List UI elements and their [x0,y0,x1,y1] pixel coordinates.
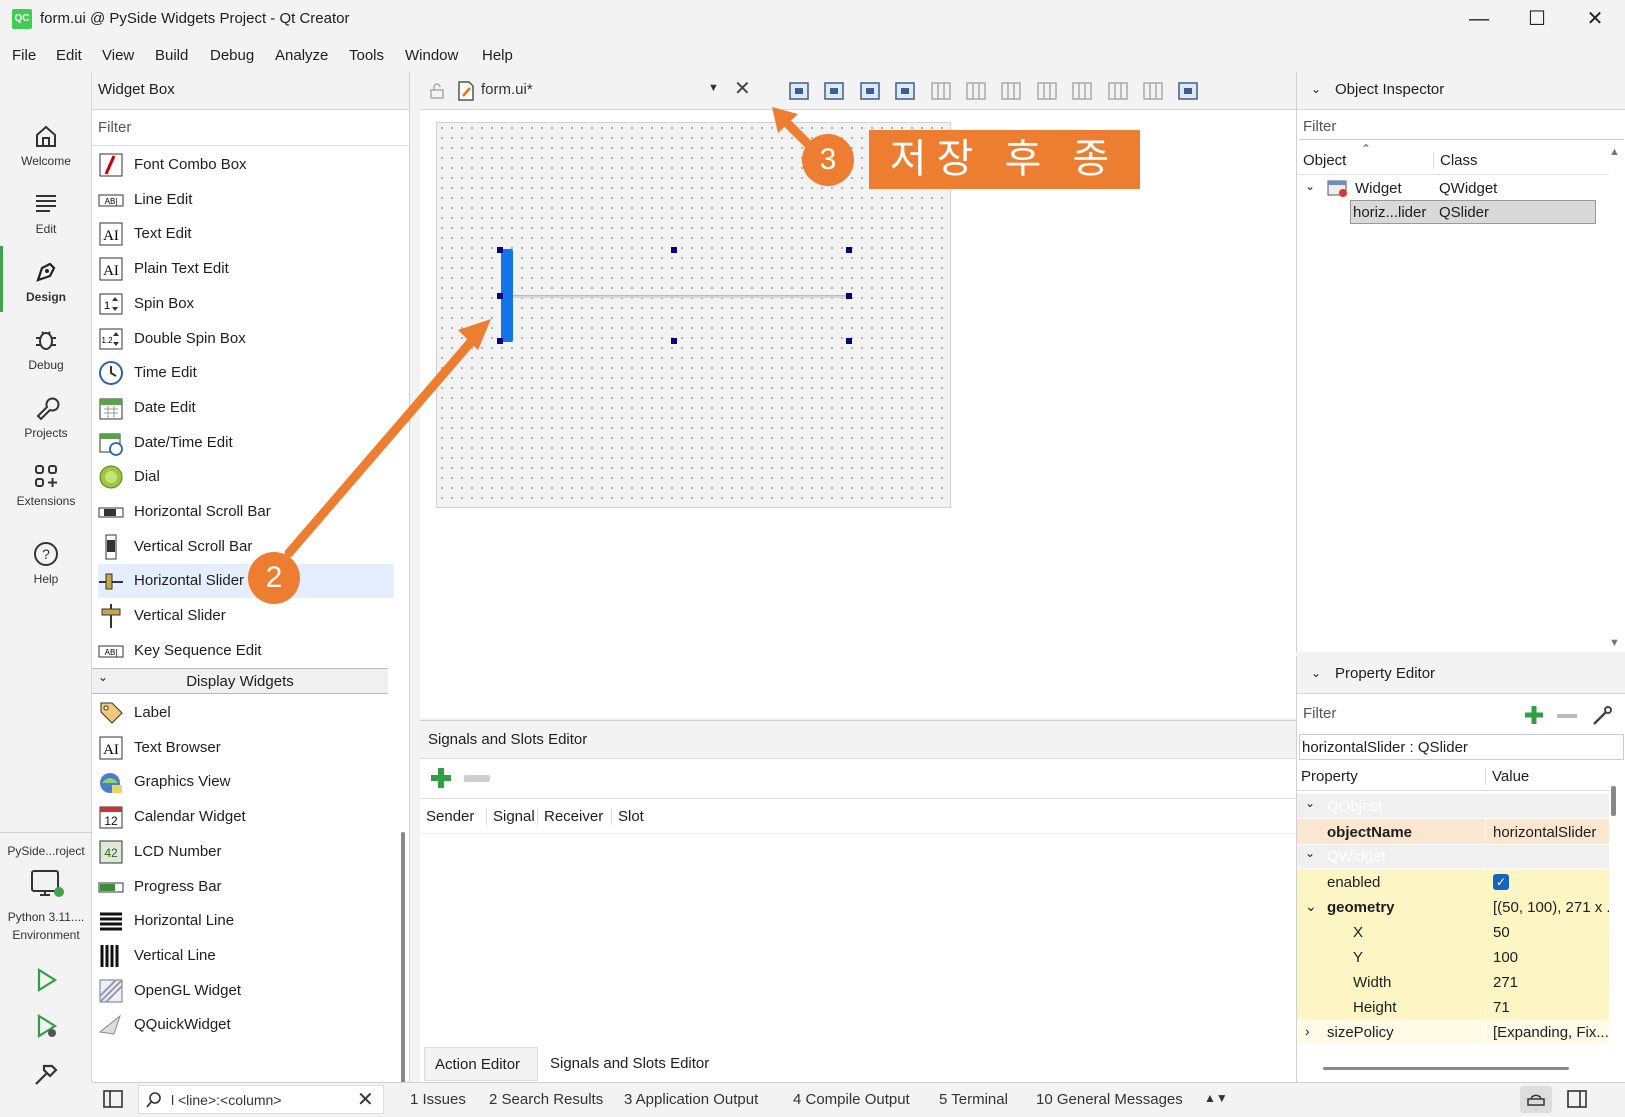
step3-badge: 3 [802,134,854,186]
arrow-step2 [284,331,481,558]
step2-badge: 2 [248,552,300,604]
step3-label: 저장 후 종료 [869,130,1140,240]
